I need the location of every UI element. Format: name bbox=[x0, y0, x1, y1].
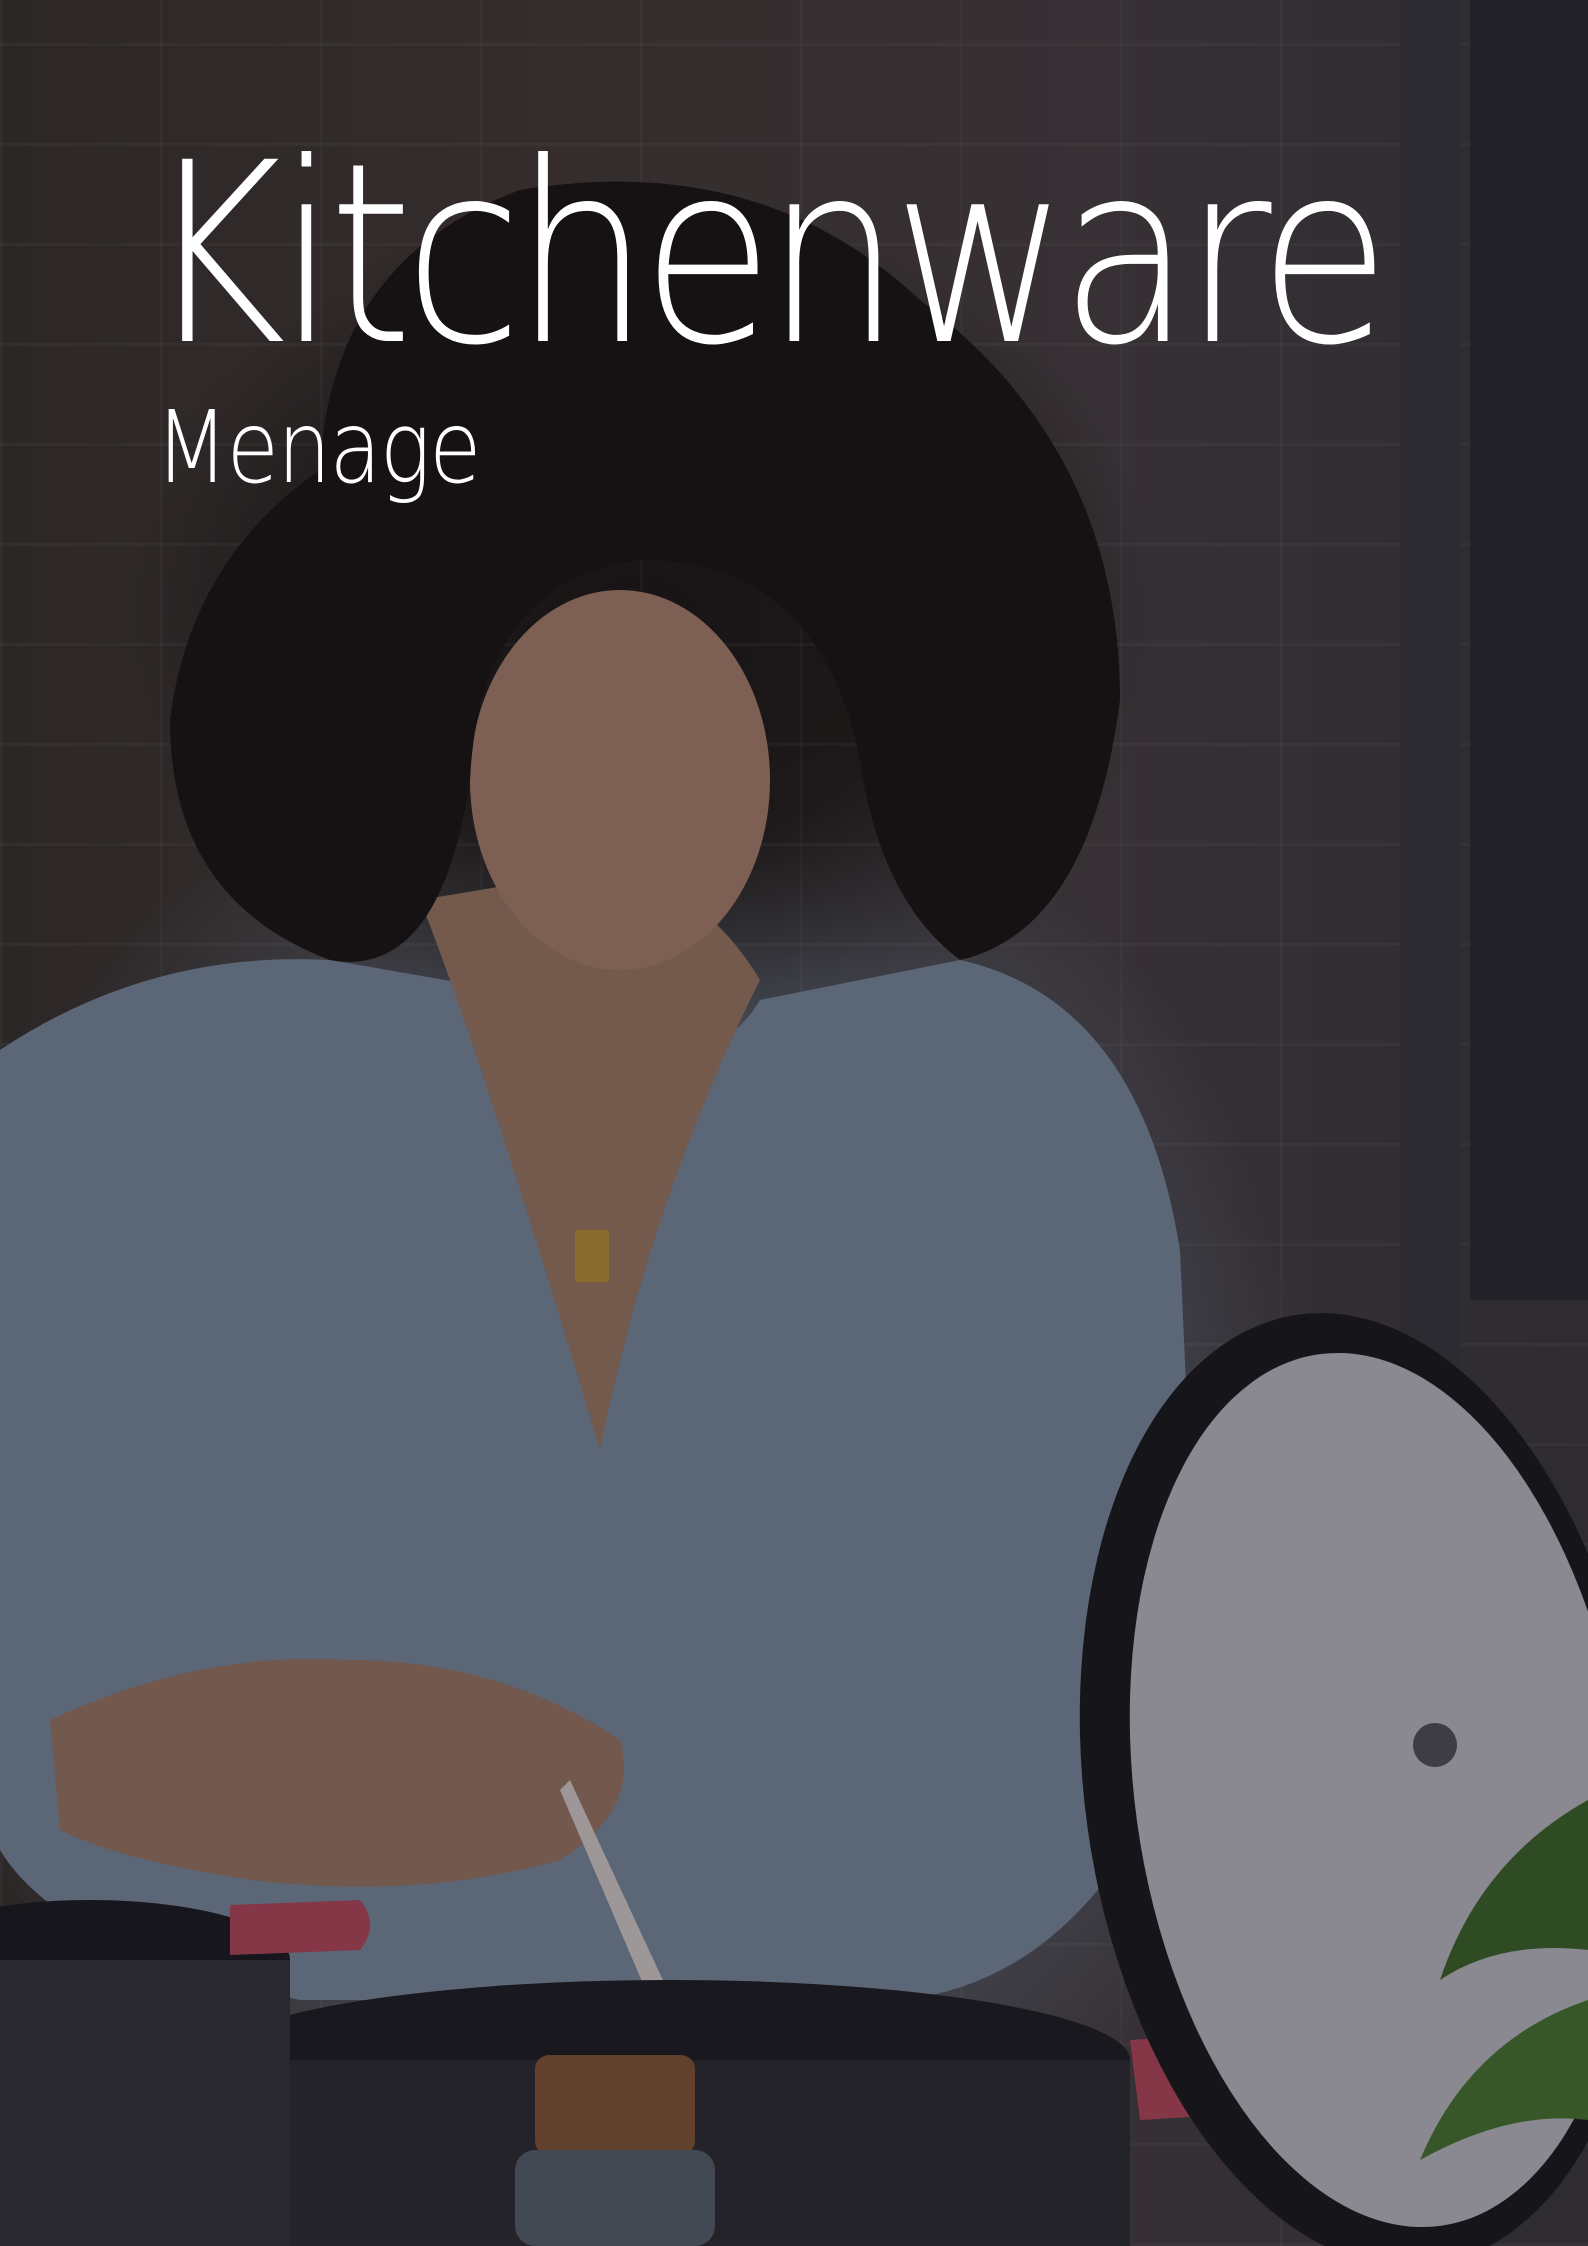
cover-title: Kitchenware bbox=[145, 109, 1391, 400]
cover-page: Kitchenware Menage bbox=[0, 0, 1588, 2246]
cover-subtitle: Menage bbox=[155, 389, 481, 506]
